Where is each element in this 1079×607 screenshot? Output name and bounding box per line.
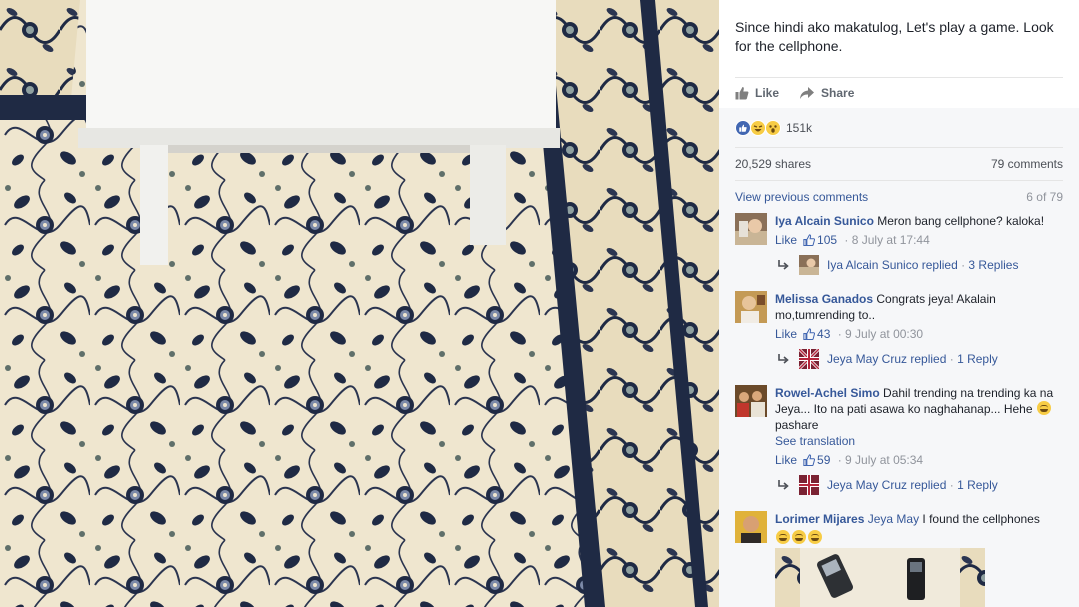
thumbs-up-icon <box>735 87 749 100</box>
reply-arrow-icon <box>778 354 789 364</box>
reply-avatar <box>799 475 819 495</box>
replies-row[interactable]: Jeya May Cruz replied · 1 Reply <box>777 475 998 495</box>
comment-timestamp[interactable]: 8 July at 17:44 <box>852 232 930 248</box>
post-photo[interactable] <box>0 0 719 607</box>
reactions-summary[interactable]: 151k <box>735 119 812 137</box>
see-translation-link[interactable]: See translation <box>775 434 855 448</box>
comment-item: Melissa Ganados Congrats jeya! Akalain m… <box>735 291 1065 351</box>
comment-text: Meron bang cellphone? kaloka! <box>877 214 1045 228</box>
reply-author[interactable]: Iya Alcain Sunico replied <box>827 258 958 272</box>
comment-item: Rowel-Achel Simo Dahil trending na trend… <box>735 385 1065 475</box>
shares-count[interactable]: 20,529 shares <box>735 157 811 171</box>
reaction-count[interactable]: 151k <box>786 121 812 135</box>
post-actions: Like Share <box>735 84 874 102</box>
laughing-emoji-icon <box>808 530 822 544</box>
post-side-panel: Since hindi ako makatulog, Let's play a … <box>719 0 1079 607</box>
reply-count[interactable]: 1 Reply <box>957 352 998 366</box>
laughing-emoji-icon <box>792 530 806 544</box>
comment-meta: Like 105 · 8 July at 17:44 <box>775 232 930 248</box>
like-count-icon <box>803 234 816 246</box>
replies-row[interactable]: Iya Alcain Sunico replied · 3 Replies <box>777 255 1018 275</box>
rug-pattern-image <box>0 0 719 607</box>
reply-arrow-icon <box>778 480 789 490</box>
comment-like-count[interactable]: 43 <box>817 326 830 342</box>
replies-row[interactable]: Jeya May Cruz replied · 1 Reply <box>777 349 998 369</box>
reply-count[interactable]: 3 Replies <box>968 258 1018 272</box>
comment-timestamp[interactable]: 9 July at 05:34 <box>845 452 923 468</box>
laughing-emoji-icon <box>776 530 790 544</box>
avatar[interactable] <box>735 213 767 245</box>
comment-like-link[interactable]: Like <box>775 232 797 248</box>
comments-pager: 6 of 79 <box>1026 190 1063 204</box>
comment-author[interactable]: Iya Alcain Sunico <box>775 214 874 228</box>
comment-like-count[interactable]: 59 <box>817 452 830 468</box>
comment-text-tail: pashare <box>775 418 819 432</box>
comment-author[interactable]: Rowel-Achel Simo <box>775 386 880 400</box>
comment-like-count[interactable]: 105 <box>817 232 837 248</box>
reply-avatar <box>799 349 819 369</box>
post-stats: 20,529 shares 79 comments <box>735 157 1063 171</box>
comment-meta: Like 43 · 9 July at 00:30 <box>775 326 924 342</box>
reply-author[interactable]: Jeya May Cruz replied <box>827 478 946 492</box>
like-count-icon <box>803 328 816 340</box>
comment-item: Lorimer Mijares Jeya May I found the cel… <box>735 511 1065 551</box>
divider <box>735 147 1063 148</box>
avatar[interactable] <box>735 511 767 543</box>
post-caption: Since hindi ako makatulog, Let's play a … <box>735 19 1054 54</box>
like-label: Like <box>755 86 780 100</box>
comment-author[interactable]: Lorimer Mijares <box>775 512 864 526</box>
divider <box>735 180 1063 181</box>
like-button[interactable]: Like <box>735 86 779 100</box>
share-button[interactable]: Share <box>799 86 854 100</box>
comment-like-link[interactable]: Like <box>775 452 797 468</box>
avatar[interactable] <box>735 385 767 417</box>
share-arrow-icon <box>800 87 815 99</box>
comment-author[interactable]: Melissa Ganados <box>775 292 873 306</box>
cellphones-on-rug-image <box>775 548 985 607</box>
reply-arrow-icon <box>778 260 789 270</box>
comment-attachment-photo[interactable] <box>775 548 985 607</box>
comment-meta: Like 59 · 9 July at 05:34 <box>775 452 924 468</box>
comment-text: I found the cellphones <box>922 512 1040 526</box>
comment-like-link[interactable]: Like <box>775 326 797 342</box>
comments-pager-row: View previous comments 6 of 79 <box>735 190 1063 204</box>
haha-reaction-icon <box>750 120 766 136</box>
wow-reaction-icon <box>765 120 781 136</box>
avatar[interactable] <box>735 291 767 323</box>
reply-avatar <box>799 255 819 275</box>
view-previous-comments-link[interactable]: View previous comments <box>735 190 868 204</box>
like-count-icon <box>803 454 816 466</box>
laughing-emoji-icon <box>1036 401 1051 415</box>
share-label: Share <box>821 86 855 100</box>
reply-count[interactable]: 1 Reply <box>957 478 998 492</box>
comment-timestamp[interactable]: 9 July at 00:30 <box>845 326 923 342</box>
divider <box>735 77 1063 78</box>
comments-count[interactable]: 79 comments <box>991 157 1063 171</box>
comment-mention[interactable]: Jeya May <box>868 512 919 526</box>
reply-author[interactable]: Jeya May Cruz replied <box>827 352 946 366</box>
like-reaction-icon <box>735 120 751 136</box>
